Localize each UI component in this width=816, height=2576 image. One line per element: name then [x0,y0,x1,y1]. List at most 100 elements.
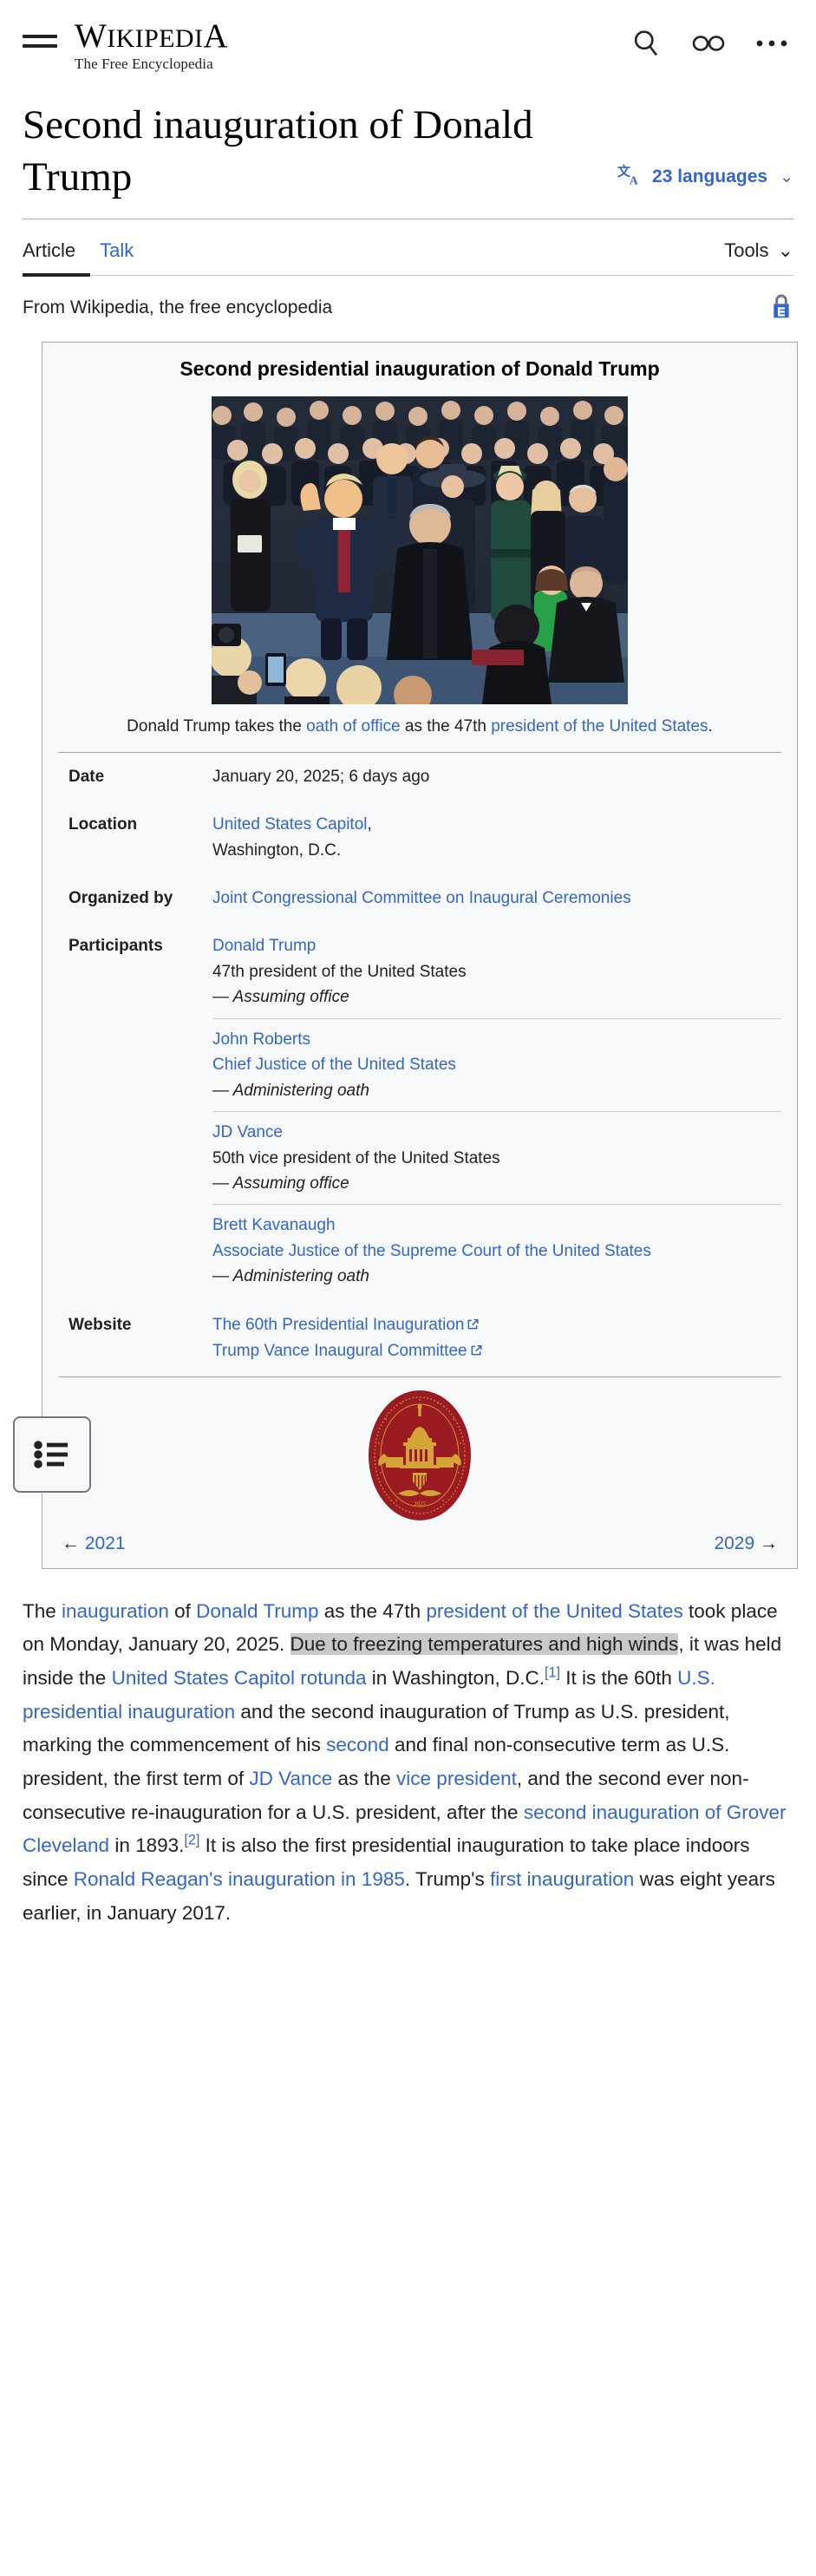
participant-entry: Brett Kavanaugh Associate Justice of the… [212,1213,781,1289]
participant-note: — Administering oath [212,1267,369,1286]
chevron-down-icon: ⌄ [777,239,793,262]
infobox-seal-row: 2025 [58,1376,781,1530]
site-subtitle-row: From Wikipedia, the free encyclopedia [0,293,816,323]
wikipedia-logo[interactable]: WIKIPEDIA The Free Encyclopedia [75,19,228,73]
caption-link-president[interactable]: president of the United States [491,717,708,736]
reference-marker[interactable]: [1] [545,1664,560,1680]
body-link[interactable]: United States Capitol rotunda [112,1667,367,1689]
link-inaugural-committee-website[interactable]: Trump Vance Inaugural Committee [212,1342,467,1360]
caption-mid: as the 47th [400,717,492,736]
infobox-row-organized-by: Organized by Joint Congressional Committ… [58,874,781,922]
search-icon[interactable] [630,28,662,59]
wikipedia-wordmark: WIKIPEDIA [75,17,228,55]
infobox-label: Location [69,815,138,834]
participant-note: — Administering oath [212,1081,369,1100]
infobox-label: Participants [69,937,163,956]
participant-role: 50th vice president of the United States [212,1148,500,1167]
body-text: . Trump's [404,1868,490,1891]
table-of-contents-button[interactable] [13,1416,91,1493]
infobox-row-date: Date January 20, 2025; 6 days ago [58,753,781,801]
participant-divider [212,1017,781,1019]
seal-year: 2025 [414,1500,427,1507]
participant-role: 47th president of the United States [212,962,467,981]
infobox-caption: Donald Trump takes the oath of office as… [42,704,797,752]
infobox-value: January 20, 2025; 6 days ago [212,764,781,789]
link-participant-name[interactable]: JD Vance [212,1123,283,1141]
tools-label: Tools [724,239,769,262]
infobox-navigation: ← 2021 2029 → [42,1530,797,1568]
infobox-value: Joint Congressional Committee on Inaugur… [212,886,781,911]
reference-marker[interactable]: [2] [184,1833,199,1848]
arrow-right-icon: → [760,1533,778,1553]
link-joint-congressional-committee[interactable]: Joint Congressional Committee on Inaugur… [212,889,631,907]
body-link[interactable]: first inauguration [490,1868,634,1890]
body-text: as the [332,1768,397,1790]
infobox-value: United States Capitol, Washington, D.C. [212,812,781,863]
infobox-value: The 60th Presidential Inauguration Trump… [212,1312,781,1365]
tabs-underline [23,273,793,278]
external-link-icon [470,1339,482,1364]
chevron-down-icon: ⌄ [780,167,793,186]
hamburger-bar [23,43,57,48]
ellipsis-more-icon[interactable] [755,38,788,49]
participant-entry: JD Vance 50th vice president of the Unit… [212,1120,781,1196]
site-subtitle: From Wikipedia, the free encyclopedia [23,297,333,318]
body-text: as the 47th [318,1599,427,1622]
infobox-row-participants: Participants Donald Trump 47th president… [58,922,781,1300]
caption-pre: Donald Trump takes the [127,717,307,736]
body-link[interactable]: vice president [396,1768,517,1789]
body-text: in Washington, D.C. [366,1666,545,1689]
link-participant-role[interactable]: Associate Justice of the Supreme Court o… [212,1242,651,1260]
link-inauguration-website[interactable]: The 60th Presidential Inauguration [212,1316,464,1334]
language-selector-button[interactable]: 文 A 23 languages ⌄ [617,161,793,193]
title-block: Second inauguration of Donald Trump 文 A … [0,80,816,203]
body-link[interactable]: president of the United States [426,1600,682,1622]
link-participant-name[interactable]: Donald Trump [212,937,316,955]
body-link[interactable]: Donald Trump [196,1600,318,1622]
infobox-label: Date [69,767,105,786]
hamburger-bar [23,34,57,38]
highlighted-text: Due to freezing temperatures and high wi… [290,1633,679,1656]
tools-dropdown-button[interactable]: Tools ⌄ [724,239,793,262]
caption-post: . [708,717,713,736]
header-actions [630,28,793,59]
nav-previous-inauguration[interactable]: ← 2021 [62,1533,126,1554]
body-link[interactable]: second [326,1734,389,1755]
date-value: January 20, 2025; 6 days ago [212,767,430,786]
nav-previous-label: 2021 [84,1533,126,1553]
namespace-tabs: Article Talk Tools ⌄ [0,232,816,270]
infobox-image-wrap [42,395,797,705]
body-text: in 1893. [109,1834,185,1857]
participant-note: — Assuming office [212,988,349,1007]
glasses-appearance-icon[interactable] [691,33,726,54]
padlock-protected-icon[interactable] [769,292,793,324]
link-participant-name[interactable]: John Roberts [212,1030,310,1049]
hamburger-menu-icon[interactable] [23,26,57,56]
infobox-label: Website [69,1315,132,1334]
body-text: The [23,1599,62,1622]
tab-talk[interactable]: Talk [100,239,134,262]
link-united-states-capitol[interactable]: United States Capitol [212,815,368,834]
link-participant-role[interactable]: Chief Justice of the United States [212,1056,456,1074]
body-link[interactable]: inauguration [62,1600,169,1622]
caption-link-oath-of-office[interactable]: oath of office [306,717,400,736]
article-body: The inauguration of Donald Trump as the … [0,1569,816,1965]
inauguration-photo[interactable] [212,396,628,705]
external-link-icon [467,1313,480,1338]
participant-divider [212,1204,781,1206]
comma: , [367,815,372,834]
language-translate-icon: 文 A [617,161,643,193]
svg-text:A: A [630,173,638,186]
tab-article[interactable]: Article [23,239,75,262]
lead-paragraph: The inauguration of Donald Trump as the … [23,1595,793,1931]
body-link[interactable]: JD Vance [249,1768,332,1789]
link-participant-name[interactable]: Brett Kavanaugh [212,1216,336,1234]
location-city: Washington, D.C. [212,840,342,860]
language-count-label: 23 languages [652,167,768,186]
infobox: Second presidential inauguration of Dona… [42,342,798,1569]
infobox-value: Donald Trump 47th president of the Unite… [212,933,781,1289]
body-link[interactable]: Ronald Reagan's inauguration in 1985 [74,1868,405,1890]
body-text: of [168,1599,197,1622]
nav-next-inauguration[interactable]: 2029 → [714,1533,778,1554]
body-text: It is the 60th [560,1666,678,1689]
